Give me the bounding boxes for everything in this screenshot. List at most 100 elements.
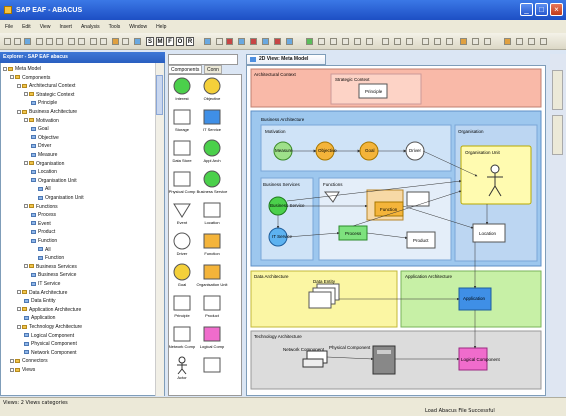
palette-item[interactable] <box>173 263 191 281</box>
expand-toggle-icon[interactable] <box>17 109 21 114</box>
tree-item[interactable]: Motivation <box>24 118 59 125</box>
expand-toggle-icon[interactable] <box>17 83 21 88</box>
tile-icon[interactable] <box>434 38 441 45</box>
tree-item[interactable]: Organisation Unit <box>31 178 77 185</box>
tree-item[interactable]: Objective <box>31 135 59 142</box>
distribute-icon[interactable] <box>274 38 281 45</box>
tree-item[interactable]: Data Architecture <box>17 290 67 297</box>
palette-item[interactable] <box>203 77 221 95</box>
expand-toggle-icon[interactable] <box>24 92 28 97</box>
copy-icon[interactable] <box>46 38 53 45</box>
tree-item[interactable]: Product <box>31 229 55 236</box>
menu-file[interactable]: File <box>5 24 13 30</box>
palette-item[interactable] <box>203 170 221 188</box>
expand-toggle-icon[interactable] <box>10 359 14 364</box>
explorer-scroll-thumb[interactable] <box>156 75 163 115</box>
tree-item[interactable]: Location <box>31 169 57 176</box>
save-icon[interactable] <box>24 38 31 45</box>
palette-item[interactable] <box>177 356 187 375</box>
expand-toggle-icon[interactable] <box>24 118 28 123</box>
palette-item[interactable] <box>173 295 191 311</box>
menu-window[interactable]: Window <box>129 24 147 30</box>
o-button[interactable]: O <box>176 37 184 46</box>
tree-item[interactable]: Measure <box>31 152 57 159</box>
tree-item[interactable]: Logical Component <box>24 333 74 340</box>
tree-item[interactable]: Function <box>31 238 57 245</box>
menu-view[interactable]: View <box>40 24 51 30</box>
expand-toggle-icon[interactable] <box>24 264 28 269</box>
tree-item[interactable]: Driver <box>31 143 51 150</box>
expand-toggle-icon[interactable] <box>3 66 7 71</box>
expand-toggle-icon[interactable] <box>10 75 14 80</box>
tab-components[interactable]: Components <box>168 65 203 74</box>
tree-item[interactable]: Meta Model <box>3 66 41 73</box>
pointer-icon[interactable] <box>216 38 223 45</box>
report-icon[interactable] <box>342 38 349 45</box>
tree-item[interactable]: All <box>38 186 51 193</box>
tree-item[interactable]: Business Architecture <box>17 109 77 116</box>
analysis-icon[interactable] <box>318 38 325 45</box>
r-button[interactable]: R <box>186 37 194 46</box>
connector-icon[interactable] <box>226 38 233 45</box>
menu-help[interactable]: Help <box>156 24 166 30</box>
view-icon[interactable] <box>406 38 413 45</box>
palette-item[interactable] <box>203 264 221 280</box>
menu-insert[interactable]: Insert <box>59 24 72 30</box>
cascade-icon[interactable] <box>446 38 453 45</box>
tree-item[interactable]: Views <box>10 367 35 374</box>
tree-item[interactable]: IT Service <box>31 281 60 288</box>
menu-analysis[interactable]: Analysis <box>81 24 100 30</box>
expand-toggle-icon[interactable] <box>17 290 21 295</box>
palette-item[interactable] <box>173 171 191 187</box>
tree-item[interactable]: Architectural Context <box>17 83 75 90</box>
highlight-icon[interactable] <box>504 38 511 45</box>
expand-toggle-icon[interactable] <box>10 367 14 372</box>
tree-item[interactable]: Event <box>31 221 51 228</box>
snap-icon[interactable] <box>528 38 535 45</box>
palette-item[interactable] <box>203 233 221 249</box>
tree-item[interactable]: Application Architecture <box>17 307 81 314</box>
align-center-icon[interactable] <box>250 38 257 45</box>
palette-item[interactable] <box>173 326 191 342</box>
palette-item[interactable] <box>203 202 221 218</box>
views-tab[interactable] <box>552 70 563 110</box>
minimize-button[interactable]: _ <box>520 3 533 16</box>
f-button[interactable]: F <box>166 37 174 46</box>
document-tab[interactable]: 2D View: Meta Model <box>246 54 326 65</box>
import-icon[interactable] <box>366 38 373 45</box>
layout-icon[interactable] <box>204 38 211 45</box>
tree-item[interactable]: Application <box>24 315 55 322</box>
maximize-button[interactable]: □ <box>535 3 548 16</box>
tree-item[interactable]: Data Entity <box>24 298 55 305</box>
undo-icon[interactable] <box>68 38 75 45</box>
tree-item[interactable]: All <box>38 247 51 254</box>
print-icon[interactable] <box>90 38 97 45</box>
palette-item[interactable] <box>173 203 191 218</box>
palette-item[interactable] <box>203 109 221 125</box>
properties-icon[interactable] <box>122 38 129 45</box>
tab-connectors[interactable]: Conn <box>204 65 222 74</box>
palette-item[interactable] <box>203 139 221 157</box>
table-icon[interactable] <box>394 38 401 45</box>
expand-toggle-icon[interactable] <box>17 307 21 312</box>
zoom-in-icon[interactable] <box>472 38 479 45</box>
new-icon[interactable] <box>4 38 11 45</box>
zoom-icon[interactable] <box>100 38 107 45</box>
event-box[interactable] <box>406 191 430 207</box>
tree-item[interactable]: Network Component <box>24 350 77 357</box>
export-icon[interactable] <box>354 38 361 45</box>
tree-item[interactable]: Goal <box>31 126 49 133</box>
data-entity-node[interactable] <box>308 291 332 309</box>
align-left-icon[interactable] <box>238 38 245 45</box>
open-icon[interactable] <box>14 38 21 45</box>
tree-item[interactable]: Principle <box>31 100 57 107</box>
palette-item[interactable] <box>173 109 191 125</box>
tree-item[interactable]: Organisation Unit <box>38 195 84 202</box>
cut-icon[interactable] <box>36 38 43 45</box>
menu-edit[interactable]: Edit <box>22 24 31 30</box>
find-icon[interactable] <box>112 38 119 45</box>
zoom-out-icon[interactable] <box>484 38 491 45</box>
run-icon[interactable] <box>306 38 313 45</box>
tree-item[interactable]: Functions <box>24 204 58 211</box>
grid-icon[interactable] <box>516 38 523 45</box>
